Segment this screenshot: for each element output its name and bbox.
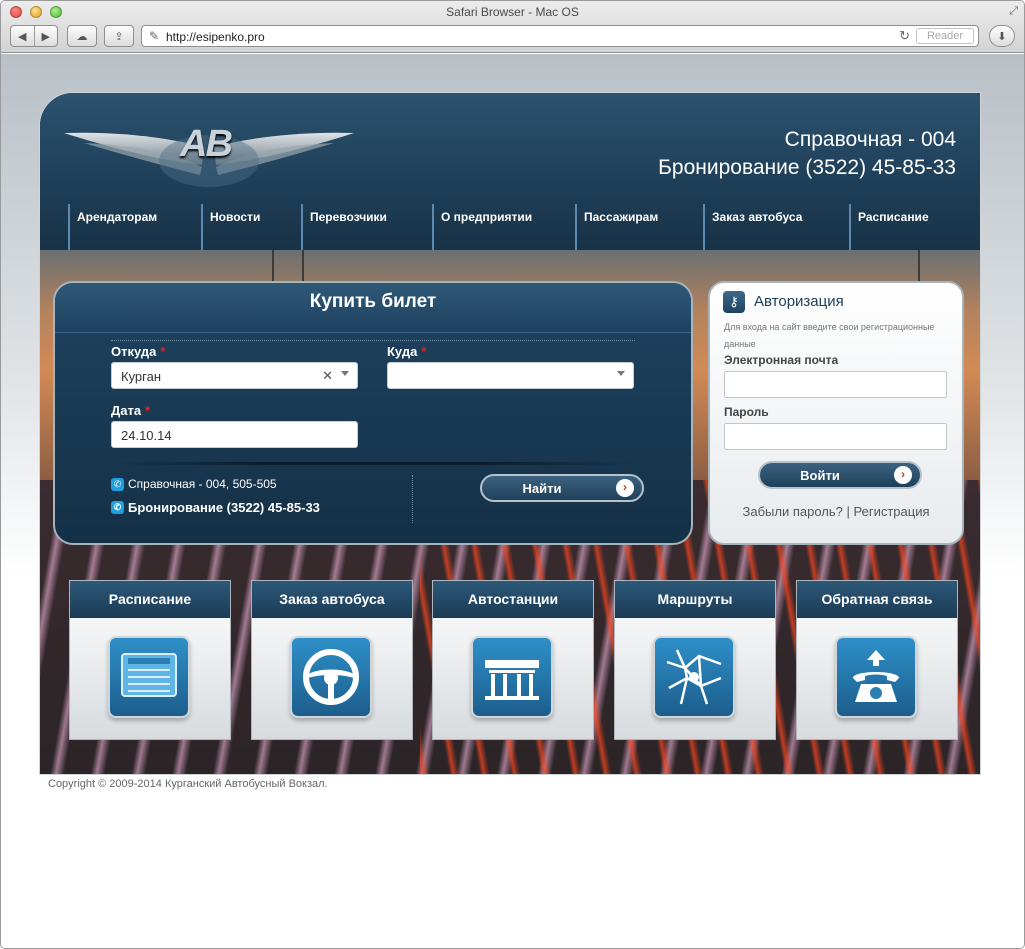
menu-item-news[interactable]: Новости <box>201 204 260 250</box>
cloud-icon: ☁ <box>76 30 88 43</box>
url-text[interactable]: http://esipenko.pro <box>166 30 265 44</box>
tile-bus-order[interactable]: Заказ автобуса <box>251 580 413 740</box>
copyright: Copyright © 2009-2014 Курганский Автобус… <box>48 778 328 790</box>
required-mark: * <box>160 344 166 359</box>
password-field[interactable] <box>724 423 947 450</box>
tile-label: Автостанции <box>433 581 593 618</box>
ticket-title: Купить билет <box>309 291 437 312</box>
auth-links: Забыли пароль? | Регистрация <box>710 504 962 519</box>
logo-text[interactable]: AB <box>180 123 233 166</box>
site-header: AB Справочная - 004 Бронирование (3522) … <box>40 93 980 250</box>
email-field[interactable] <box>724 371 947 398</box>
buy-ticket-panel: Купить билет Откуда * Курган ✕ Куда * Да… <box>53 281 693 545</box>
tile-feedback[interactable]: Обратная связь <box>796 580 958 740</box>
to-label: Куда * <box>387 344 426 359</box>
menu-item-carriers[interactable]: Перевозчики <box>301 204 387 250</box>
browser-window: Safari Browser - Mac OS ⤢ ◀ ▶ ☁ ⇪ ✎ http… <box>0 0 1025 949</box>
date-value: 24.10.14 <box>121 428 172 443</box>
page-viewport: AB Справочная - 004 Бронирование (3522) … <box>1 54 1024 948</box>
schedule-board-icon <box>108 636 190 718</box>
route-map-icon <box>653 636 735 718</box>
auth-hint: Для входа на сайт введите свои регистрац… <box>724 322 935 349</box>
menu-item-about[interactable]: О предприятии <box>432 204 532 250</box>
browser-toolbar: Safari Browser - Mac OS ⤢ ◀ ▶ ☁ ⇪ ✎ http… <box>1 1 1024 53</box>
booking-phone-text: Бронирование (3522) 45-85-33 <box>128 500 320 515</box>
reload-icon[interactable]: ↻ <box>899 28 910 44</box>
downloads-button[interactable]: ⬇ <box>989 25 1015 47</box>
steering-wheel-icon <box>290 636 372 718</box>
login-button-label: Войти <box>800 468 840 483</box>
booking-phone-header: Бронирование (3522) 45-85-33 <box>658 156 956 179</box>
site-container: AB Справочная - 004 Бронирование (3522) … <box>39 92 981 775</box>
register-link[interactable]: Регистрация <box>854 504 930 519</box>
from-label: Откуда * <box>111 344 165 359</box>
phone-icon: ✆ <box>111 477 124 491</box>
chevron-down-icon[interactable] <box>617 371 625 376</box>
back-arrow-icon[interactable]: ◀ <box>11 30 34 43</box>
download-icon: ⬇ <box>997 30 1007 43</box>
search-button-label: Найти <box>522 481 562 496</box>
from-value: Курган <box>121 369 162 384</box>
telephone-icon <box>835 636 917 718</box>
tile-label: Маршруты <box>615 581 775 618</box>
booking-phone-line: ✆ Бронирование (3522) 45-85-33 <box>111 500 320 515</box>
reader-button[interactable]: Reader <box>916 28 974 44</box>
menu-item-schedule[interactable]: Расписание <box>849 204 929 250</box>
menu-item-bus-order[interactable]: Заказ автобуса <box>703 204 802 250</box>
share-icon: ⇪ <box>114 30 124 43</box>
info-phone-text: Справочная - 004, 505-505 <box>128 477 277 491</box>
arrow-right-icon: › <box>894 466 912 484</box>
forward-arrow-icon[interactable]: ▶ <box>35 30 58 43</box>
ticket-header: Купить билет <box>55 283 691 333</box>
tile-label: Обратная связь <box>797 581 957 618</box>
auth-title: Авторизация <box>754 293 844 310</box>
forgot-password-link[interactable]: Забыли пароль? <box>742 504 842 519</box>
menu-item-passengers[interactable]: Пассажирам <box>575 204 658 250</box>
search-button[interactable]: Найти › <box>480 474 644 502</box>
from-select[interactable]: Курган ✕ <box>111 362 358 389</box>
menu-item-tenants[interactable]: Арендаторам <box>68 204 157 250</box>
main-menu: Арендаторам Новости Перевозчики О предпр… <box>40 204 980 250</box>
required-mark: * <box>421 344 427 359</box>
login-button[interactable]: Войти › <box>758 461 922 489</box>
chevron-down-icon[interactable] <box>341 371 349 376</box>
site-icon: ✎ <box>149 29 160 43</box>
link-separator: | <box>846 504 850 519</box>
fullscreen-icon[interactable]: ⤢ <box>1009 5 1018 18</box>
password-label: Пароль <box>724 405 769 419</box>
window-title: Safari Browser - Mac OS <box>446 5 579 19</box>
header-phones: Справочная - 004 Бронирование (3522) 45-… <box>658 126 956 182</box>
key-icon: ⚷ <box>723 291 745 313</box>
phone-icon: ✆ <box>111 501 124 514</box>
share-button[interactable]: ⇪ <box>104 25 134 47</box>
bus-station-icon <box>471 636 553 718</box>
date-label-text: Дата <box>111 403 142 418</box>
to-select[interactable] <box>387 362 634 389</box>
tile-label: Заказ автобуса <box>252 581 412 618</box>
required-mark: * <box>145 403 151 418</box>
tile-bus-stations[interactable]: Автостанции <box>432 580 594 740</box>
from-label-text: Откуда <box>111 344 157 359</box>
clear-icon[interactable]: ✕ <box>322 368 333 384</box>
date-input[interactable]: 24.10.14 <box>111 421 358 448</box>
icloud-tabs-button[interactable]: ☁ <box>67 25 97 47</box>
to-label-text: Куда <box>387 344 418 359</box>
date-label: Дата * <box>111 403 150 418</box>
back-forward-group: ◀ ▶ <box>10 25 58 47</box>
address-bar[interactable]: ✎ http://esipenko.pro ↻ Reader <box>141 25 979 47</box>
tile-schedule[interactable]: Расписание <box>69 580 231 740</box>
auth-panel: ⚷ Авторизация Для входа на сайт введите … <box>708 281 964 545</box>
info-phone-line: ✆ Справочная - 004, 505-505 <box>111 477 277 491</box>
email-label: Электронная почта <box>724 353 839 367</box>
info-phone-header: Справочная - 004 <box>784 128 956 151</box>
arrow-right-icon: › <box>616 479 634 497</box>
tile-label: Расписание <box>70 581 230 618</box>
tile-routes[interactable]: Маршруты <box>614 580 776 740</box>
